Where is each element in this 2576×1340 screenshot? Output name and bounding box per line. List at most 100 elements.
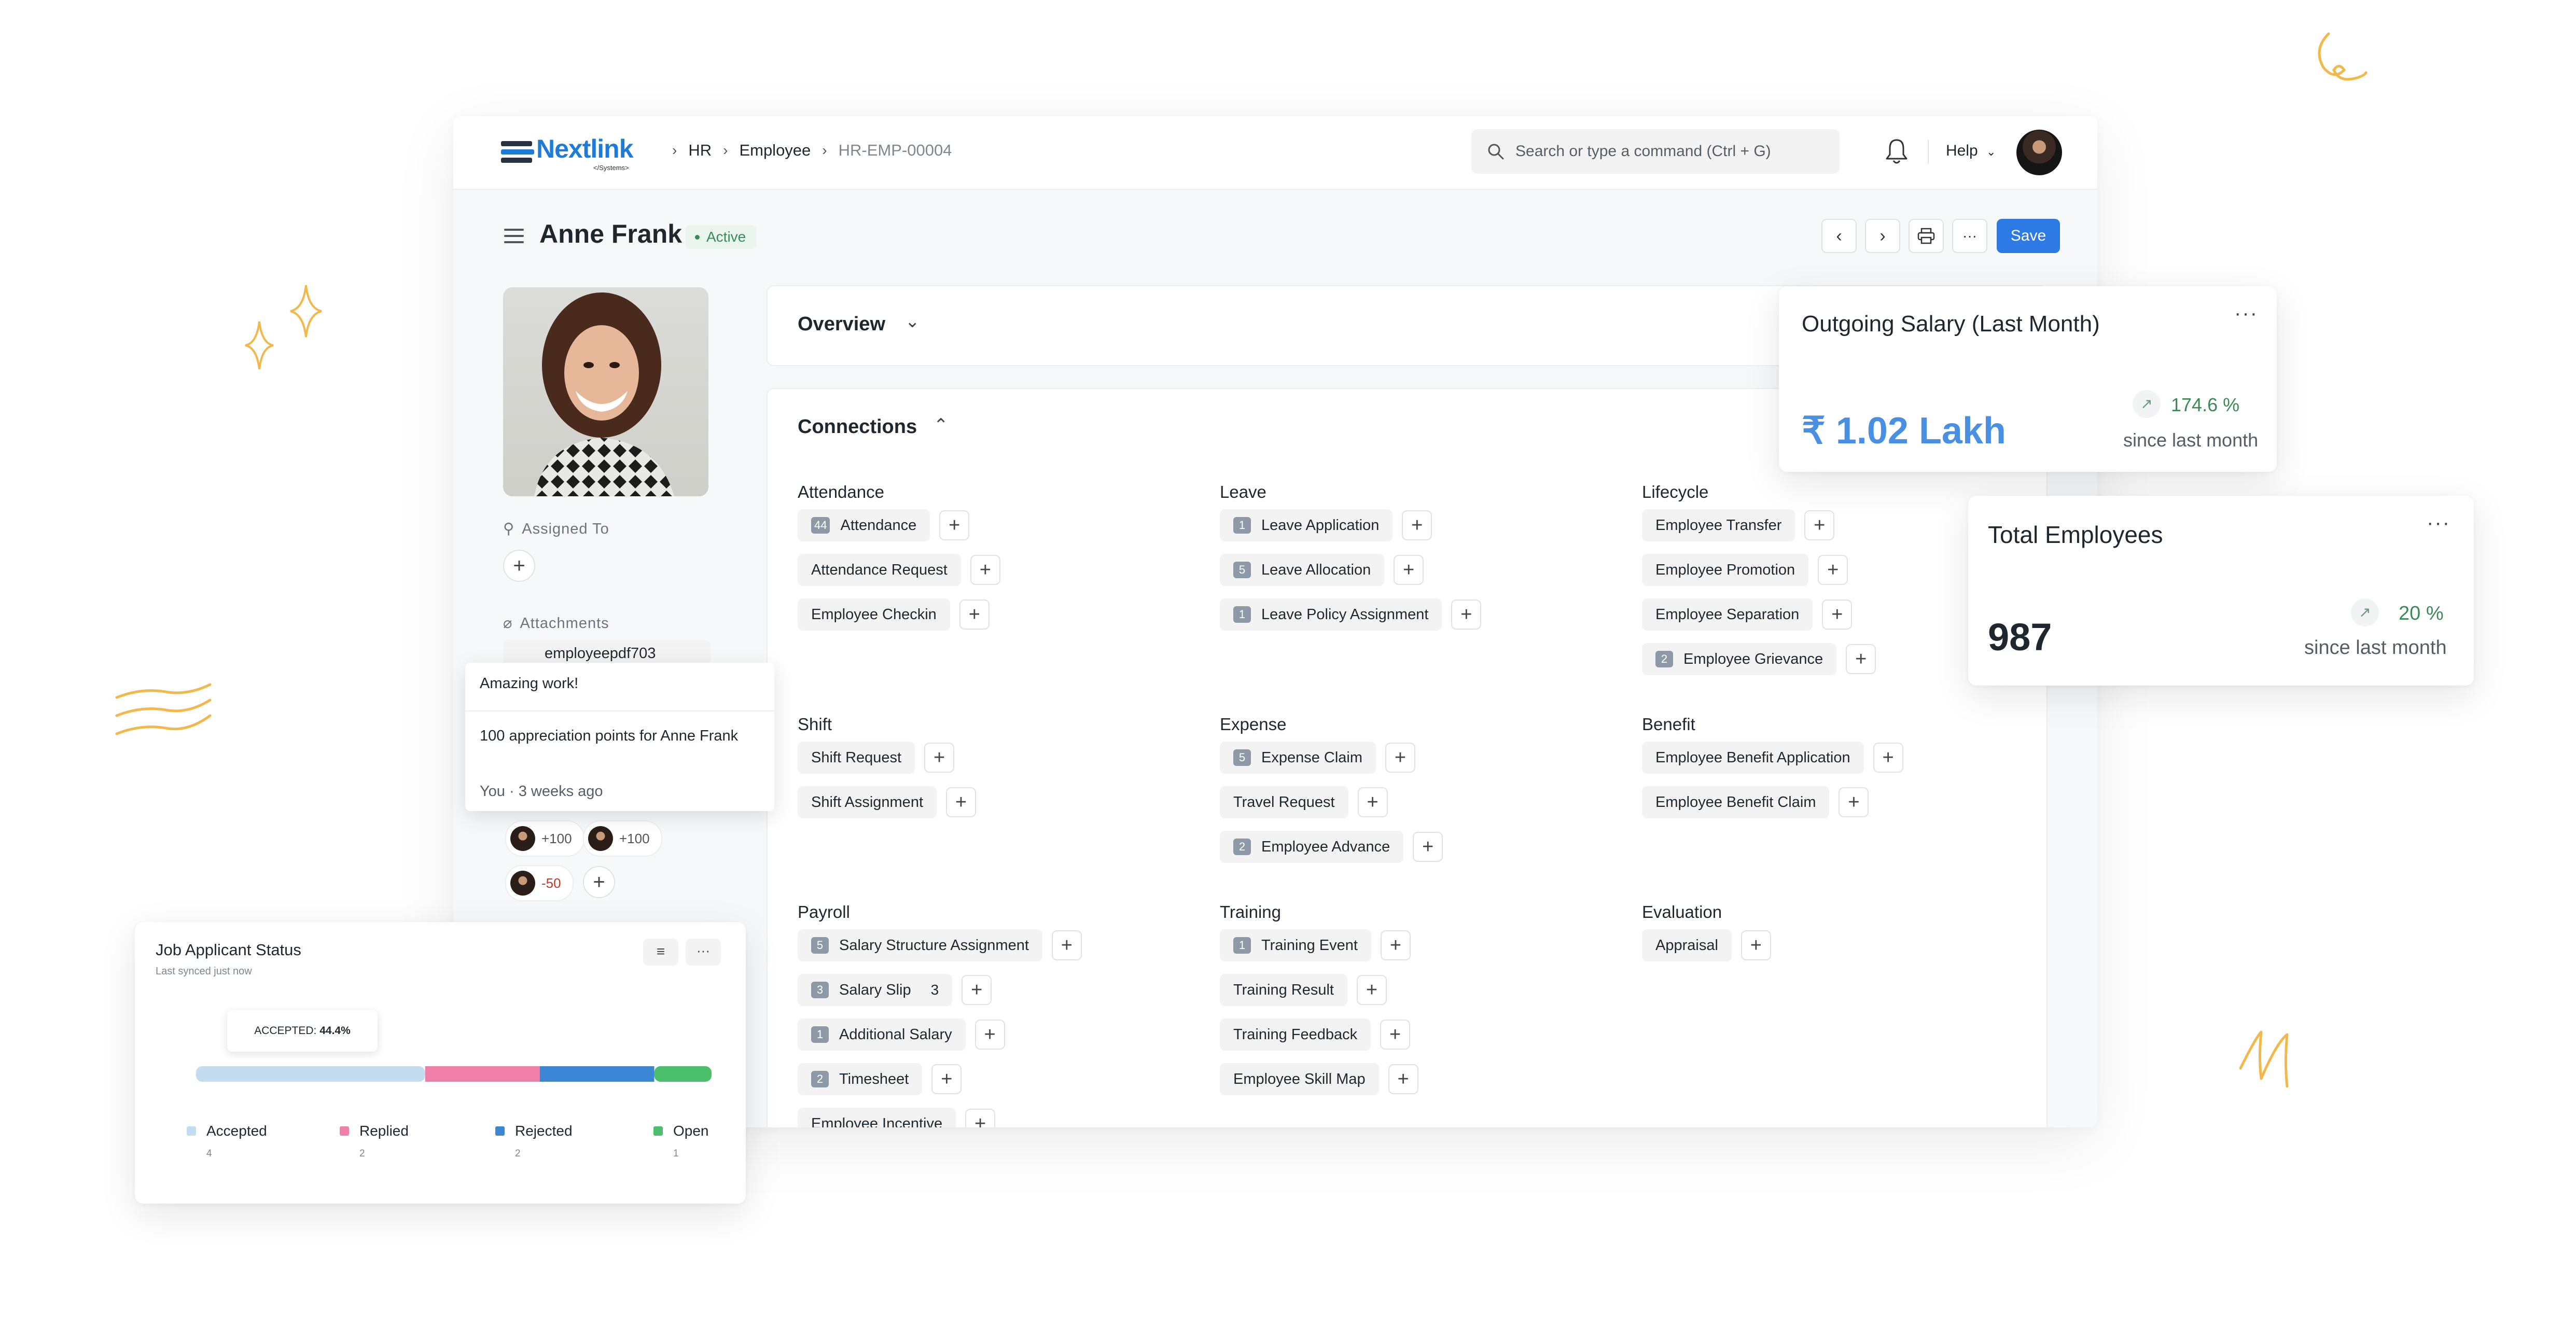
add-appreciation-button[interactable]: + <box>583 866 615 898</box>
connection-link[interactable]: 2 Employee Grievance <box>1642 643 1837 675</box>
connection-link[interactable]: Employee Benefit Claim <box>1642 786 1830 818</box>
previous-button[interactable]: ‹ <box>1821 219 1857 253</box>
appreciation-chip[interactable]: +100 <box>583 820 662 857</box>
connection-link[interactable]: Employee Benefit Application <box>1642 742 1864 774</box>
add-connection-button[interactable]: + <box>924 743 955 773</box>
add-connection-button[interactable]: + <box>1394 555 1424 585</box>
notification-bell-icon[interactable] <box>1884 137 1910 166</box>
add-connection-button[interactable]: + <box>1873 743 1903 773</box>
job-status-chart: Accepted 4 Replied 2 Rejected 2 Open 1 <box>187 1066 712 1159</box>
connection-link[interactable]: Attendance Request <box>798 554 961 586</box>
connection-link[interactable]: 2 Employee Advance <box>1220 831 1404 863</box>
connection-link[interactable]: Employee Separation <box>1642 598 1813 631</box>
connection-label: Employee Skill Map <box>1233 1070 1366 1087</box>
add-connection-button[interactable]: + <box>1413 832 1443 862</box>
connection-label: Timesheet <box>839 1070 909 1087</box>
add-connection-button[interactable]: + <box>1402 510 1432 540</box>
logo[interactable]: Nextlink </Systems> <box>500 134 648 174</box>
appreciation-chip[interactable]: +100 <box>505 820 584 857</box>
bar-segment-rejected[interactable] <box>539 1066 655 1082</box>
connection-item: 2 Employee Advance + <box>1220 831 1443 863</box>
connection-link[interactable]: Employee Checkin <box>798 598 950 631</box>
bar-segment-accepted[interactable] <box>196 1066 425 1082</box>
add-connection-button[interactable]: + <box>939 510 970 540</box>
connection-link[interactable]: Training Feedback <box>1220 1018 1371 1051</box>
count-badge: 2 <box>1233 839 1251 855</box>
count-badge: 3 <box>811 982 829 998</box>
add-connection-button[interactable]: + <box>1356 975 1387 1005</box>
add-connection-button[interactable]: + <box>1388 1064 1418 1094</box>
print-button[interactable] <box>1909 219 1944 253</box>
connection-group-title: Leave <box>1220 482 1266 501</box>
add-connection-button[interactable]: + <box>1818 555 1848 585</box>
connection-link[interactable]: Employee Promotion <box>1642 554 1809 586</box>
connection-link[interactable]: Appraisal <box>1642 929 1732 961</box>
chevron-up-icon[interactable]: ⌃ <box>934 415 949 436</box>
add-connection-button[interactable]: + <box>965 1109 996 1127</box>
connection-link[interactable]: Employee Transfer <box>1642 509 1795 541</box>
add-connection-button[interactable]: + <box>959 599 990 630</box>
add-connection-button[interactable]: + <box>1357 787 1388 817</box>
more-actions-button[interactable]: ··· <box>1952 219 1987 253</box>
assign-add-button[interactable]: + <box>503 550 535 582</box>
add-connection-button[interactable]: + <box>1804 510 1835 540</box>
job-applicant-card: Job Applicant Status Last synced just no… <box>135 922 746 1204</box>
employee-photo[interactable] <box>503 287 708 496</box>
add-connection-button[interactable]: + <box>974 1020 1005 1050</box>
connection-link[interactable]: Shift Request <box>798 742 915 774</box>
connection-link[interactable]: 1 Additional Salary <box>798 1018 966 1051</box>
search-bar[interactable]: Search or type a command (Ctrl + G) <box>1471 129 1840 174</box>
add-connection-button[interactable]: + <box>1846 644 1876 674</box>
bar-segment-replied[interactable] <box>425 1066 540 1082</box>
connection-link[interactable]: Training Result <box>1220 974 1347 1006</box>
add-connection-button[interactable]: + <box>962 975 992 1005</box>
add-connection-button[interactable]: + <box>1051 930 1082 960</box>
connection-link[interactable]: 1 Leave Policy Assignment <box>1220 598 1442 631</box>
breadcrumb-hr[interactable]: HR <box>688 141 712 160</box>
add-connection-button[interactable]: + <box>1822 599 1853 630</box>
breadcrumb-current: HR-EMP-00004 <box>838 141 952 159</box>
more-options-icon[interactable]: ··· <box>2427 511 2450 535</box>
save-button[interactable]: Save <box>1997 219 2060 253</box>
connection-label: Employee Benefit Claim <box>1655 793 1816 811</box>
add-connection-button[interactable]: + <box>1451 599 1482 630</box>
appreciation-chip[interactable]: -50 <box>505 865 574 901</box>
count-badge: 2 <box>811 1071 829 1087</box>
connection-link[interactable]: Shift Assignment <box>798 786 937 818</box>
next-button[interactable]: › <box>1865 219 1900 253</box>
legend-swatch <box>495 1126 505 1136</box>
breadcrumb-employee[interactable]: Employee <box>739 141 811 160</box>
add-connection-button[interactable]: + <box>970 555 1000 585</box>
connection-link[interactable]: 5 Leave Allocation <box>1220 554 1385 586</box>
appreciation-popover: Amazing work! 100 appreciation points fo… <box>465 663 774 811</box>
user-avatar[interactable] <box>2016 130 2062 175</box>
connection-label: Employee Benefit Application <box>1655 749 1850 766</box>
add-connection-button[interactable]: + <box>946 787 976 817</box>
user-icon: ⚲ <box>503 521 515 537</box>
connection-link[interactable]: Travel Request <box>1220 786 1348 818</box>
connection-link[interactable]: 1 Training Event <box>1220 929 1371 961</box>
connection-link[interactable]: 2 Timesheet <box>798 1063 923 1095</box>
connection-label: Employee Promotion <box>1655 561 1795 578</box>
help-menu[interactable]: Help ⌄ <box>1946 142 1996 160</box>
more-options-icon[interactable]: ··· <box>2234 302 2258 325</box>
sidebar-toggle-icon[interactable] <box>504 229 524 244</box>
add-connection-button[interactable]: + <box>1380 1020 1411 1050</box>
add-connection-button[interactable]: + <box>931 1064 962 1094</box>
connection-link[interactable]: 3 Salary Slip 3 <box>798 974 953 1006</box>
connection-link[interactable]: 1 Leave Application <box>1220 509 1393 541</box>
bar-segment-open[interactable] <box>654 1066 712 1082</box>
connection-link[interactable]: Employee Skill Map <box>1220 1063 1379 1095</box>
add-connection-button[interactable]: + <box>1740 930 1771 960</box>
connection-link[interactable]: 5 Salary Structure Assignment <box>798 929 1042 961</box>
add-connection-button[interactable]: + <box>1385 743 1416 773</box>
connection-link[interactable]: 44 Attendance <box>798 509 930 541</box>
search-input[interactable]: Search or type a command (Ctrl + G) <box>1515 143 1771 160</box>
connection-link[interactable]: 5 Expense Claim <box>1220 742 1376 774</box>
connection-link[interactable]: Employee Incentive <box>798 1108 956 1127</box>
attachment-chip[interactable]: employeepdf703 <box>503 640 711 666</box>
add-connection-button[interactable]: + <box>1380 930 1411 960</box>
add-connection-button[interactable]: + <box>1839 787 1869 817</box>
connection-label: Salary Slip <box>839 981 911 998</box>
connection-label: Employee Separation <box>1655 606 1800 623</box>
